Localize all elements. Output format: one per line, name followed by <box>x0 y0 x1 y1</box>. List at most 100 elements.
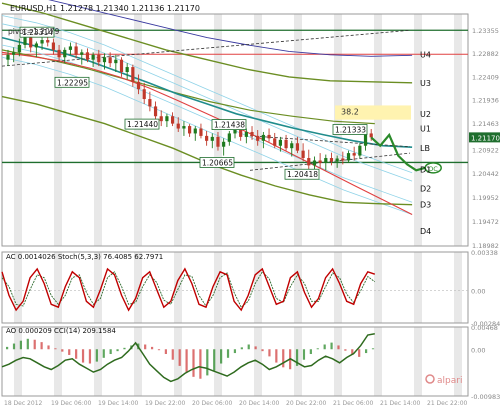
svg-text:alpari: alpari <box>437 376 462 386</box>
ao-bar <box>302 349 306 360</box>
session-band <box>134 252 142 323</box>
symbol-header: EURUSD,H1 <box>10 4 57 13</box>
candle-body <box>131 67 135 82</box>
ao-bar <box>102 349 105 358</box>
time-axis-label: 19 Dec 22:00 <box>145 400 186 407</box>
candle-body <box>182 126 186 129</box>
time-axis-label: 19 Dec 14:00 <box>98 400 139 407</box>
candle-body <box>63 49 67 58</box>
candle-body <box>91 54 95 60</box>
candle-body <box>318 160 322 163</box>
price-callout: 1.20418 <box>287 170 318 179</box>
candle-body <box>165 116 169 122</box>
fib-label: 38.2 <box>341 107 359 116</box>
ao-bar <box>185 349 188 373</box>
candle-body <box>369 133 373 138</box>
ao-bar <box>261 349 264 352</box>
candle-body <box>34 43 38 48</box>
ao-bar <box>213 349 216 371</box>
session-band <box>214 252 222 323</box>
ao-bar <box>26 338 29 350</box>
candle-body <box>68 46 73 50</box>
ao-bar <box>47 345 50 350</box>
candle-body <box>273 138 277 146</box>
level-label: D1 <box>420 165 431 174</box>
session-band <box>254 252 262 323</box>
pivot-label: pivot=1.2079 <box>8 27 60 36</box>
ao-bar <box>61 349 64 352</box>
ao-bar <box>344 349 347 351</box>
chart-canvas: 38.2OCU4U3U2U1LBD1D2D3D41.233141.222951.… <box>0 0 500 408</box>
candle-body <box>244 131 248 137</box>
candle-body <box>290 143 294 149</box>
candle-body <box>153 106 158 117</box>
ao-bar <box>12 343 16 350</box>
candle-body <box>102 57 107 63</box>
candle-body <box>23 37 27 45</box>
candle-body <box>188 126 192 134</box>
level-label: LB <box>420 144 430 153</box>
y-tick-label: 1.20442 <box>472 170 499 178</box>
candle-body <box>29 37 33 48</box>
level-label: D4 <box>420 227 431 236</box>
ao-bar <box>309 349 312 355</box>
price-callout: 1.21333 <box>335 126 366 135</box>
ao-bar <box>323 344 326 350</box>
ao-bar <box>199 349 202 379</box>
ao-bar <box>233 349 237 354</box>
ao-bar <box>81 349 85 363</box>
candle-body <box>205 135 209 141</box>
session-band <box>134 327 142 396</box>
candle-body <box>363 133 368 146</box>
candle-body <box>267 134 271 139</box>
candle-body <box>250 131 254 136</box>
ao-bar <box>109 349 112 355</box>
session-band <box>134 14 142 246</box>
ao-bar <box>192 349 195 377</box>
y-tick-label: 1.23355 <box>472 27 499 35</box>
candle-body <box>114 59 118 64</box>
candle-body <box>85 52 90 60</box>
session-band <box>374 327 382 396</box>
ao-bar <box>19 340 23 350</box>
ao-bar <box>157 349 161 351</box>
candle-body <box>352 153 356 156</box>
session-band <box>414 327 422 396</box>
level-label: D2 <box>420 184 431 193</box>
candle-body <box>119 59 124 72</box>
time-axis-label: 20 Dec 06:00 <box>192 400 233 407</box>
price-callout: 1.22295 <box>57 78 88 87</box>
forex-chart: 38.2 OC U4 U3 U2 U1 LB D1 D2 D3 D4 1.23314 1.22295 1.… <box>0 0 500 408</box>
y-tick-label: 1.22882 <box>472 50 499 58</box>
time-axis-label: 18 Dec 2012 <box>4 400 43 407</box>
session-band <box>374 252 382 323</box>
ao-bar <box>240 347 243 350</box>
candle-body <box>170 116 175 124</box>
session-band <box>94 327 102 396</box>
ao-bar <box>88 349 92 364</box>
ao-bar <box>164 349 167 355</box>
ohlc-header: 1.21278 1.21340 1.21136 1.21170 <box>60 4 200 13</box>
price-callout: 1.20665 <box>202 158 233 167</box>
ao-bar <box>268 349 271 357</box>
candle-body <box>346 153 351 161</box>
y-tick-label: 1.19952 <box>472 194 499 202</box>
candle-body <box>40 40 44 44</box>
candle-body <box>176 123 180 129</box>
ao-bar <box>316 348 319 350</box>
ao-bar <box>371 348 375 350</box>
time-axis-label: 20 Dec 22:00 <box>286 400 327 407</box>
ao-bar <box>150 346 154 350</box>
time-axis-label: 20 Dec 14:00 <box>239 400 280 407</box>
session-band <box>214 14 222 246</box>
ao-bar <box>247 344 250 350</box>
ao-bar <box>178 349 181 366</box>
candle-body <box>210 136 214 141</box>
session-band <box>54 14 62 246</box>
candle-body <box>6 54 10 60</box>
ao-bar <box>220 349 223 364</box>
y-tick-label: 1.19472 <box>472 218 499 226</box>
candle-body <box>51 42 55 50</box>
ao-bar <box>33 339 36 350</box>
candle-body <box>148 99 152 107</box>
